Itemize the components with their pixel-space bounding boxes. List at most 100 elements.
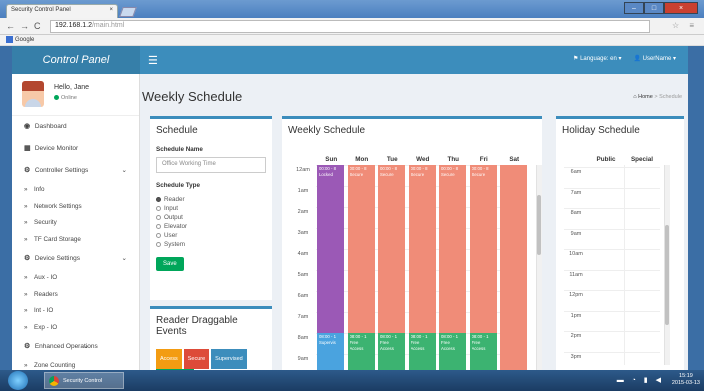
sidebar-subitem-exp-io[interactable]: » Exp - IO [12,320,139,337]
sidebar-subitem-info[interactable]: » Info [12,182,139,199]
maximize-button[interactable]: □ [644,2,664,14]
sidebar-subitem-zone-counting[interactable]: » Zone Counting [12,358,139,370]
holiday-time-label: 7am [570,189,582,196]
schedule-block[interactable]: 00:00 - 8 Secure [439,165,466,333]
sidebar-item-device-monitor[interactable]: ▦ Device Monitor [12,138,139,160]
tab-close-icon[interactable]: × [109,7,113,13]
sidebar-subitem-int-io[interactable]: » Int - IO [12,303,139,320]
time-label: 2am [297,209,309,215]
breadcrumb-home[interactable]: Home [638,94,653,100]
forward-icon[interactable]: → [20,21,29,31]
sidebar-item-controller-settings[interactable]: ⚙ Controller Settings ⌄ [12,160,139,182]
sidebar-subitem-label: Zone Counting [34,362,76,369]
browser-tab[interactable]: Security Control Panel × [6,4,118,18]
minimize-button[interactable]: – [624,2,644,14]
schedule-block[interactable] [500,333,527,370]
sidebar-item-enhanced-operations[interactable]: ⚙ Enhanced Operations ⌄ [12,336,139,358]
sidebar-item-label: Device Settings [34,255,80,262]
sidebar-subitem-security[interactable]: » Security [12,215,139,232]
logo[interactable]: Control Panel [12,46,140,74]
time-label: 12am [296,167,310,173]
holiday-grid-line [564,290,660,291]
menu-toggle-icon[interactable]: ☰ [148,54,158,67]
chrome-icon [49,376,59,386]
schedule-block[interactable]: 08:00 - 1 Free Access [408,333,436,370]
start-button[interactable] [8,371,28,390]
chevron-down-icon: ⌄ [121,167,127,174]
star-icon[interactable]: ☆ ≡ [672,21,698,30]
chevron-down-icon: ⌄ [83,343,89,350]
radio-input[interactable]: Input [156,204,266,213]
new-tab-button[interactable] [119,7,137,17]
radio-user[interactable]: User [156,231,266,240]
chevron-down-icon: ⌄ [121,255,127,262]
sidebar: Hello, Jane Online ◉ Dashboard ▦ Device … [12,74,140,370]
content-area: Weekly Schedule ⌂ Home > Schedule Schedu… [140,74,688,370]
schedule-block[interactable]: 08:00 - 1 Free Access [347,333,375,370]
radio-output[interactable]: Output [156,213,266,222]
language-menu[interactable]: ⚑ Language: en ▾ [573,55,621,62]
holiday-time-label: 10am [569,251,583,257]
schedule-block[interactable]: 00:00 - 8 Secure [378,165,405,333]
schedule-block[interactable]: 00:00 - 8 Secure [347,165,375,333]
schedule-block[interactable]: 08:00 - 1 Supervis [317,333,344,370]
save-button[interactable]: Save [156,257,184,271]
radio-icon [156,241,161,247]
schedule-block[interactable]: 00:00 - 8 Secure [408,165,436,333]
schedule-block[interactable] [500,165,527,333]
sidebar-subitem-readers[interactable]: » Readers [12,287,139,304]
gears-icon: ⚙ [24,255,31,262]
block-time: 00:00 - 8 [471,166,489,171]
holiday-grid-line [564,331,660,332]
bookmark-google[interactable]: Google [15,37,34,43]
taskbar-chrome-item[interactable]: Security Control [44,372,124,389]
time-label: 3am [297,230,309,236]
sidebar-subitem-aux-io[interactable]: » Aux - IO [12,270,139,287]
event-tag[interactable]: Secure [183,349,210,369]
window-close-button[interactable]: × [664,2,698,14]
schedule-block[interactable]: 00:00 - 8 Locked [317,165,344,333]
holiday-grid-line [564,228,660,230]
clock[interactable]: 15:19 2015-03-13 [672,373,700,387]
holiday-grid-line [564,269,660,271]
radio-elevator[interactable]: Elevator [156,222,266,231]
event-tag[interactable]: Supervised [211,349,247,369]
time-label: 6am [297,293,309,299]
radio-reader[interactable]: Reader [156,195,266,204]
radio-label: Reader [164,196,185,203]
block-label: Access [349,346,364,351]
block-label: Access [410,346,425,351]
block-label: Secure [380,172,394,177]
schedule-block[interactable]: 08:00 - 1 Free Access [469,333,497,370]
sidebar-subitem-tf-card-storage[interactable]: » TF Card Storage [12,232,139,249]
radio-icon [156,205,161,211]
schedule-block[interactable]: 08:00 - 1 Free Access [439,333,466,370]
sidebar-subitem-label: Exp - IO [34,323,58,331]
sidebar-item-dashboard[interactable]: ◉ Dashboard [12,116,139,138]
block-label: Locked [319,172,333,177]
back-icon[interactable]: ← [6,21,15,31]
sidebar-item-label: Controller Settings [34,167,89,174]
system-tray[interactable]: ▬ ◔ ▮ ◀ [617,376,664,384]
holiday-scrollbar-thumb[interactable] [665,225,669,325]
schedule-box-title: Schedule [156,125,198,136]
draggable-events-title: Reader Draggable Events [156,315,238,337]
event-tag[interactable]: Access [156,349,182,369]
weekly-scrollbar-thumb[interactable] [537,195,541,255]
time-label: 5am [297,272,309,278]
reload-icon[interactable]: C [34,21,41,31]
schedule-block[interactable]: 08:00 - 1 Free Access [378,333,405,370]
url-field[interactable]: 192.168.1.2/main.html [50,20,650,33]
user-menu[interactable]: 👤 UserName ▾ [633,55,676,62]
time-label: 1am [297,188,309,194]
schedule-name-input[interactable]: Office Working Time [156,157,266,173]
block-time: 08:00 - 1 [471,334,489,339]
sidebar-item-label: Device Monitor [34,145,79,152]
sidebar-item-device-settings[interactable]: ⚙ Device Settings ⌄ [12,248,139,270]
gears-icon: ⚙ [24,167,31,174]
sidebar-subitem-network-settings[interactable]: » Network Settings [12,199,139,216]
schedule-block[interactable]: 00:00 - 8 Secure [469,165,497,333]
holiday-grid-line [564,351,660,353]
radio-system[interactable]: System [156,240,266,249]
sidebar-subitem-label: Network Settings [34,202,82,210]
